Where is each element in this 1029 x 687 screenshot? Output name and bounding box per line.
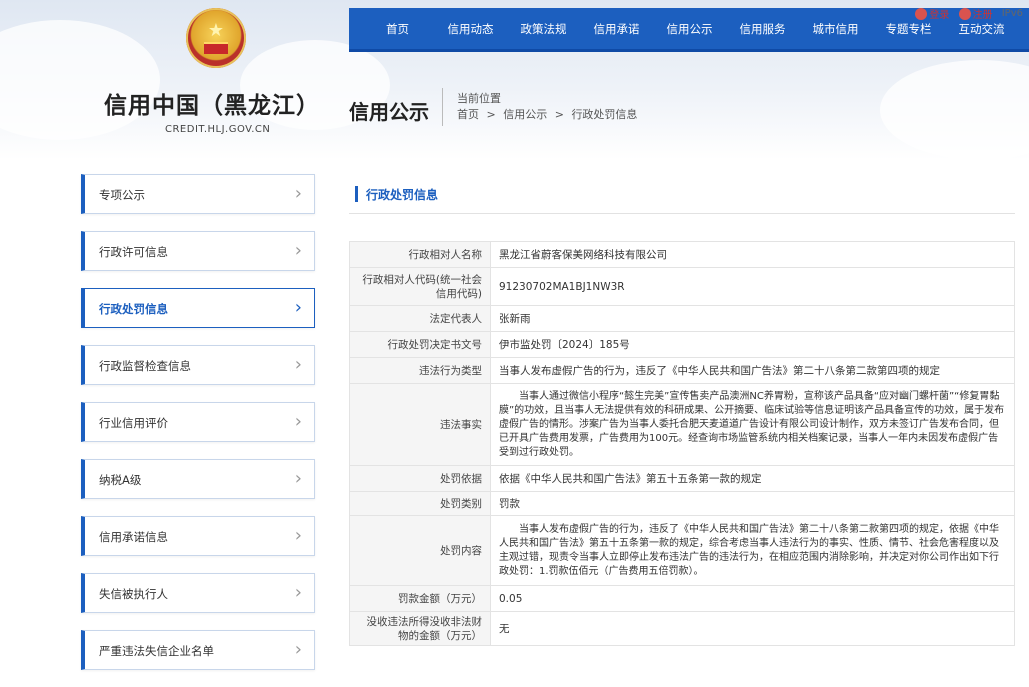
nav-credit-commitment[interactable]: 信用承诺 [580, 21, 653, 37]
breadcrumb-divider [442, 88, 443, 126]
nav-interaction[interactable]: 互动交流 [945, 21, 1018, 37]
sidebar-item-label: 专项公示 [99, 188, 145, 202]
breadcrumb-separator: > [486, 108, 496, 121]
sidebar-item-label: 失信被执行人 [99, 587, 168, 601]
sidebar: 专项公示 › 行政许可信息 › 行政处罚信息 › 行政监督检查信息 › 行业信用… [81, 174, 315, 687]
table-row: 法定代表人 张新雨 [349, 305, 1015, 332]
row-value: 黑龙江省蔚客保美网络科技有限公司 [490, 241, 1015, 268]
brand-title[interactable]: 信用中国（黑龙江） [104, 86, 320, 120]
brand-subtitle: CREDIT.HLJ.GOV.CN [165, 124, 271, 135]
sidebar-item-label: 行政监督检查信息 [99, 359, 191, 373]
nav-credit-news[interactable]: 信用动态 [434, 21, 507, 37]
breadcrumb: 首页 > 信用公示 > 行政处罚信息 [457, 106, 641, 122]
chevron-right-icon: › [294, 582, 302, 603]
table-row: 没收违法所得没收非法财物的金额（万元） 无 [349, 611, 1015, 646]
user-icon [915, 7, 928, 20]
sidebar-item-admin-license[interactable]: 行政许可信息 › [81, 231, 315, 271]
sidebar-item-label: 严重违法失信企业名单 [99, 644, 214, 658]
chevron-right-icon: › [294, 240, 302, 261]
row-key: 违法行为类型 [349, 357, 491, 384]
table-row: 罚款金额（万元） 0.05 [349, 585, 1015, 612]
row-key: 处罚类别 [349, 491, 491, 516]
table-row: 违法事实 当事人通过微信小程序“懿生完美”宣传售卖产品澳洲NC养胃粉，宣称该产品… [349, 383, 1015, 466]
login-link[interactable]: 登录 [929, 10, 949, 21]
sidebar-item-tax-a[interactable]: 纳税A级 › [81, 459, 315, 499]
breadcrumb-credit-publicity[interactable]: 信用公示 [503, 108, 547, 121]
row-key: 法定代表人 [349, 305, 491, 332]
chevron-right-icon: › [294, 411, 302, 432]
nav-special-topics[interactable]: 专题专栏 [872, 21, 945, 37]
ipv6-badge: IPv6 [1001, 8, 1023, 19]
chevron-right-icon: › [294, 468, 302, 489]
sidebar-item-admin-penalty[interactable]: 行政处罚信息 › [81, 288, 315, 328]
nav-credit-services[interactable]: 信用服务 [726, 21, 799, 37]
row-key: 处罚内容 [349, 515, 491, 586]
sidebar-item-credit-commitment[interactable]: 信用承诺信息 › [81, 516, 315, 556]
top-links: 登录 注册 IPv6 [915, 6, 1029, 22]
national-emblem-icon: ★ [186, 8, 246, 68]
row-key: 违法事实 [349, 383, 491, 466]
row-key: 没收违法所得没收非法财物的金额（万元） [349, 611, 491, 646]
cloud-decoration [0, 20, 160, 140]
table-row: 处罚依据 依据《中华人民共和国广告法》第五十五条第一款的规定 [349, 465, 1015, 492]
penalty-info-table: 行政相对人名称 黑龙江省蔚客保美网络科技有限公司 行政相对人代码(统一社会信用代… [349, 241, 1015, 646]
row-key: 行政相对人代码(统一社会信用代码) [349, 267, 491, 306]
nav-city-credit[interactable]: 城市信用 [799, 21, 872, 37]
breadcrumb-current: 行政处罚信息 [571, 108, 638, 121]
sidebar-item-label: 行业信用评价 [99, 416, 168, 430]
chevron-right-icon: › [294, 354, 302, 375]
row-value: 依据《中华人民共和国广告法》第五十五条第一款的规定 [490, 465, 1015, 492]
sidebar-item-serious-violation-list[interactable]: 严重违法失信企业名单 › [81, 630, 315, 670]
row-value: 当事人发布虚假广告的行为，违反了《中华人民共和国广告法》第二十八条第二款第四项的… [490, 357, 1015, 384]
sidebar-item-dishonest-executee[interactable]: 失信被执行人 › [81, 573, 315, 613]
table-row: 行政相对人名称 黑龙江省蔚客保美网络科技有限公司 [349, 241, 1015, 268]
content-divider [349, 213, 1015, 214]
row-key: 罚款金额（万元） [349, 585, 491, 612]
table-row: 行政相对人代码(统一社会信用代码) 91230702MA1BJ1NW3R [349, 267, 1015, 306]
sidebar-item-admin-inspection[interactable]: 行政监督检查信息 › [81, 345, 315, 385]
register-icon [958, 7, 971, 20]
breadcrumb-home[interactable]: 首页 [457, 108, 479, 121]
breadcrumb-separator: > [554, 108, 564, 121]
chevron-right-icon: › [294, 525, 302, 546]
content-title: 行政处罚信息 [355, 186, 438, 202]
table-row: 处罚内容 当事人发布虚假广告的行为，违反了《中华人民共和国广告法》第二十八条第二… [349, 515, 1015, 586]
sidebar-item-label: 纳税A级 [99, 473, 142, 487]
row-key: 处罚依据 [349, 465, 491, 492]
table-row: 行政处罚决定书文号 伊市监处罚〔2024〕185号 [349, 331, 1015, 358]
row-key: 行政相对人名称 [349, 241, 491, 268]
chevron-right-icon: › [294, 183, 302, 204]
row-value: 91230702MA1BJ1NW3R [490, 267, 1015, 306]
sidebar-item-industry-rating[interactable]: 行业信用评价 › [81, 402, 315, 442]
row-value: 伊市监处罚〔2024〕185号 [490, 331, 1015, 358]
nav-policies[interactable]: 政策法规 [507, 21, 580, 37]
chevron-right-icon: › [294, 297, 302, 318]
cloud-decoration [880, 60, 1029, 160]
row-value: 无 [490, 611, 1015, 646]
row-value: 当事人发布虚假广告的行为，违反了《中华人民共和国广告法》第二十八条第二款第四项的… [490, 515, 1015, 586]
sidebar-item-label: 行政许可信息 [99, 245, 168, 259]
register-link[interactable]: 注册 [973, 10, 993, 21]
table-row: 处罚类别 罚款 [349, 491, 1015, 516]
row-value: 当事人通过微信小程序“懿生完美”宣传售卖产品澳洲NC养胃粉，宣称该产品具备“应对… [490, 383, 1015, 466]
section-title: 信用公示 [349, 100, 429, 124]
sidebar-item-special-publicity[interactable]: 专项公示 › [81, 174, 315, 214]
row-value: 罚款 [490, 491, 1015, 516]
breadcrumb-label: 当前位置 [457, 92, 501, 105]
row-value: 张新雨 [490, 305, 1015, 332]
row-value: 0.05 [490, 585, 1015, 612]
row-key: 行政处罚决定书文号 [349, 331, 491, 358]
table-row: 违法行为类型 当事人发布虚假广告的行为，违反了《中华人民共和国广告法》第二十八条… [349, 357, 1015, 384]
nav-home[interactable]: 首页 [361, 21, 434, 37]
nav-credit-publicity[interactable]: 信用公示 [653, 21, 726, 37]
sidebar-item-label: 行政处罚信息 [99, 302, 168, 316]
sidebar-item-label: 信用承诺信息 [99, 530, 168, 544]
